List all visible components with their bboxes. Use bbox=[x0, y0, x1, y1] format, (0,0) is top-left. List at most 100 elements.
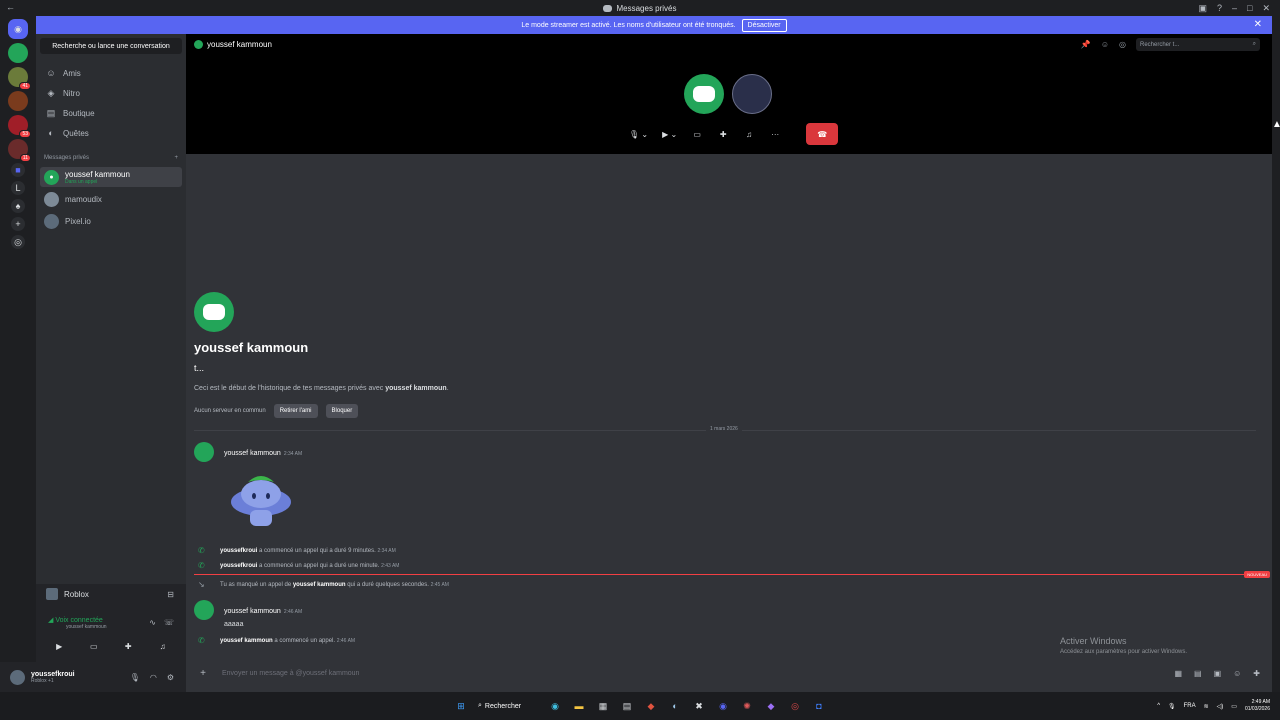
folder-icon[interactable]: ■ bbox=[11, 163, 25, 177]
gif-icon[interactable]: ▤ bbox=[1194, 669, 1202, 678]
disable-streamer-button[interactable]: Désactiver bbox=[741, 18, 787, 32]
server-icon[interactable]: 11 bbox=[8, 139, 31, 162]
close-window-button[interactable]: ✕ bbox=[1262, 3, 1270, 14]
apps-icon[interactable]: ✚ bbox=[1253, 669, 1260, 678]
steam-icon[interactable]: ◐ bbox=[668, 699, 682, 713]
call-actor[interactable]: youssef kammoun bbox=[293, 582, 346, 588]
voice-status[interactable]: ◢ Voix connectée youssef kammoun bbox=[48, 616, 107, 630]
message-author[interactable]: youssef kammoun bbox=[224, 608, 281, 615]
call-participant-avatar[interactable] bbox=[684, 74, 724, 114]
avatar[interactable] bbox=[194, 600, 214, 620]
avatar[interactable] bbox=[194, 442, 214, 462]
soundboard-icon[interactable]: ♫ bbox=[149, 638, 177, 654]
sticker-icon[interactable]: ▣ bbox=[1214, 669, 1222, 678]
more-options-button[interactable]: ··· bbox=[764, 123, 786, 145]
soundboard-button[interactable]: ♫ bbox=[738, 123, 760, 145]
server-icon[interactable]: L bbox=[11, 181, 25, 195]
pin-icon[interactable]: 📌 bbox=[1081, 40, 1091, 49]
mic-icon[interactable]: 🎙 bbox=[130, 673, 140, 682]
noise-suppression-icon[interactable]: ∿ bbox=[149, 618, 156, 627]
call-participant-avatar[interactable] bbox=[732, 74, 772, 114]
friends-icon: ☺ bbox=[46, 68, 56, 78]
minimize-button[interactable]: – bbox=[1232, 3, 1237, 13]
nav-shop[interactable]: ▤ Boutique bbox=[40, 104, 182, 122]
nav-nitro[interactable]: ◈ Nitro bbox=[40, 84, 182, 102]
file-explorer-icon[interactable]: ▬ bbox=[572, 699, 586, 713]
server-icon[interactable] bbox=[8, 91, 28, 111]
close-banner-icon[interactable]: ✕ bbox=[1254, 19, 1262, 30]
camera-icon[interactable]: ▶ bbox=[45, 638, 73, 654]
battery-icon[interactable]: ▭ bbox=[1231, 703, 1237, 710]
server-icon[interactable]: 53 bbox=[8, 115, 31, 138]
dm-item[interactable]: ● youssef kammoun Dans un appel bbox=[40, 167, 182, 187]
tray-chevron-icon[interactable]: ^ bbox=[1157, 703, 1160, 709]
camera-toggle-button[interactable]: ▶ ⌄ bbox=[657, 123, 682, 145]
call-actor[interactable]: youssefkroui bbox=[220, 548, 257, 554]
app-icon[interactable]: ✺ bbox=[740, 699, 754, 713]
message-author[interactable]: youssef kammoun bbox=[224, 450, 281, 457]
headset-icon[interactable]: ◠ bbox=[150, 673, 157, 682]
mic-toggle-button[interactable]: 🎙 ⌄ bbox=[624, 123, 653, 145]
inbox-icon[interactable]: ▣ bbox=[1198, 3, 1207, 14]
discover-icon[interactable]: ◎ bbox=[11, 235, 25, 249]
server-icon[interactable]: 41 bbox=[8, 67, 31, 90]
clock[interactable]: 2:49 AM 01/03/2026 bbox=[1245, 699, 1270, 713]
nitro-icon: ◈ bbox=[47, 87, 55, 98]
call-actor[interactable]: youssef kammoun bbox=[220, 638, 273, 644]
message-composer[interactable]: + Envoyer un message à @youssef kammoun … bbox=[194, 662, 1264, 684]
disconnect-icon[interactable]: ☏ bbox=[164, 618, 174, 627]
block-button[interactable]: Bloquer bbox=[325, 404, 359, 418]
back-arrow-icon[interactable]: ← bbox=[6, 2, 15, 12]
hang-up-button[interactable]: ☎ bbox=[806, 123, 839, 145]
nav-friends[interactable]: ☺ Amis bbox=[40, 64, 182, 82]
dm-section-header: Messages privés + bbox=[44, 155, 178, 161]
message-input[interactable]: Envoyer un message à @youssef kammoun bbox=[222, 670, 359, 677]
mouse-cursor-icon: ▲ bbox=[1272, 119, 1280, 130]
activity-settings-icon[interactable]: ⊟ bbox=[167, 590, 174, 599]
server-icon[interactable] bbox=[8, 43, 28, 63]
screen-share-button[interactable]: ▭ bbox=[686, 123, 708, 145]
remove-friend-button[interactable]: Retirer l'ami bbox=[273, 404, 318, 418]
language-indicator[interactable]: FRA bbox=[1184, 703, 1196, 709]
wifi-icon[interactable]: ≋ bbox=[1204, 703, 1209, 710]
maximize-button[interactable]: □ bbox=[1247, 3, 1252, 13]
conversation-search-button[interactable]: Recherche ou lance une conversation bbox=[40, 38, 182, 54]
dm-item[interactable]: Pixel.io bbox=[40, 211, 182, 231]
create-dm-icon[interactable]: + bbox=[174, 155, 178, 161]
app-icon[interactable]: ◆ bbox=[644, 699, 658, 713]
activity-status[interactable]: Roblox bbox=[46, 588, 89, 600]
activities-icon[interactable]: ✚ bbox=[114, 638, 142, 654]
discord-taskbar-icon[interactable]: ◉ bbox=[716, 699, 730, 713]
volume-icon[interactable]: ◁) bbox=[1217, 703, 1224, 710]
search-input[interactable]: Rechercher t... ⌕ bbox=[1136, 38, 1260, 51]
add-server-icon[interactable]: + bbox=[11, 217, 25, 231]
nav-quests[interactable]: ◐ Quêtes bbox=[40, 124, 182, 142]
help-icon[interactable]: ? bbox=[1217, 3, 1222, 13]
dm-item[interactable]: mamoudix bbox=[40, 189, 182, 209]
add-friend-icon[interactable]: ☺ bbox=[1101, 40, 1109, 49]
capcut-icon[interactable]: ✖ bbox=[692, 699, 706, 713]
emoji-icon[interactable]: ☺ bbox=[1233, 669, 1241, 678]
chrome-icon[interactable]: ◎ bbox=[788, 699, 802, 713]
server-icon[interactable]: ♠ bbox=[11, 199, 25, 213]
roblox-icon[interactable]: ◘ bbox=[812, 699, 826, 713]
windows-start-icon[interactable]: ⊞ bbox=[454, 699, 468, 713]
activities-button[interactable]: ✚ bbox=[712, 123, 734, 145]
call-actor[interactable]: youssefkroui bbox=[220, 563, 257, 569]
message[interactable]: youssef kammoun 2:34 AM bbox=[194, 442, 302, 462]
profile-avatar[interactable] bbox=[194, 292, 234, 332]
message[interactable]: youssef kammoun 2:46 AM aaaaa bbox=[194, 600, 302, 628]
profile-icon[interactable]: ◎ bbox=[1119, 40, 1126, 49]
edge-icon[interactable]: ◉ bbox=[548, 699, 562, 713]
home-button[interactable]: ◉ bbox=[8, 19, 28, 39]
gift-icon[interactable]: ▦ bbox=[1174, 669, 1182, 678]
messenger-icon[interactable]: ◆ bbox=[764, 699, 778, 713]
settings-gear-icon[interactable]: ⚙ bbox=[167, 673, 174, 682]
upload-plus-icon[interactable]: + bbox=[194, 668, 212, 679]
calculator-icon[interactable]: ▤ bbox=[620, 699, 634, 713]
screen-share-icon[interactable]: ▭ bbox=[80, 638, 108, 654]
calendar-icon[interactable]: ▦ bbox=[596, 699, 610, 713]
mic-icon[interactable]: 🎙 bbox=[1168, 703, 1176, 710]
user-avatar[interactable] bbox=[10, 669, 25, 685]
taskbar-search[interactable]: ⌕ Rechercher bbox=[478, 702, 538, 710]
